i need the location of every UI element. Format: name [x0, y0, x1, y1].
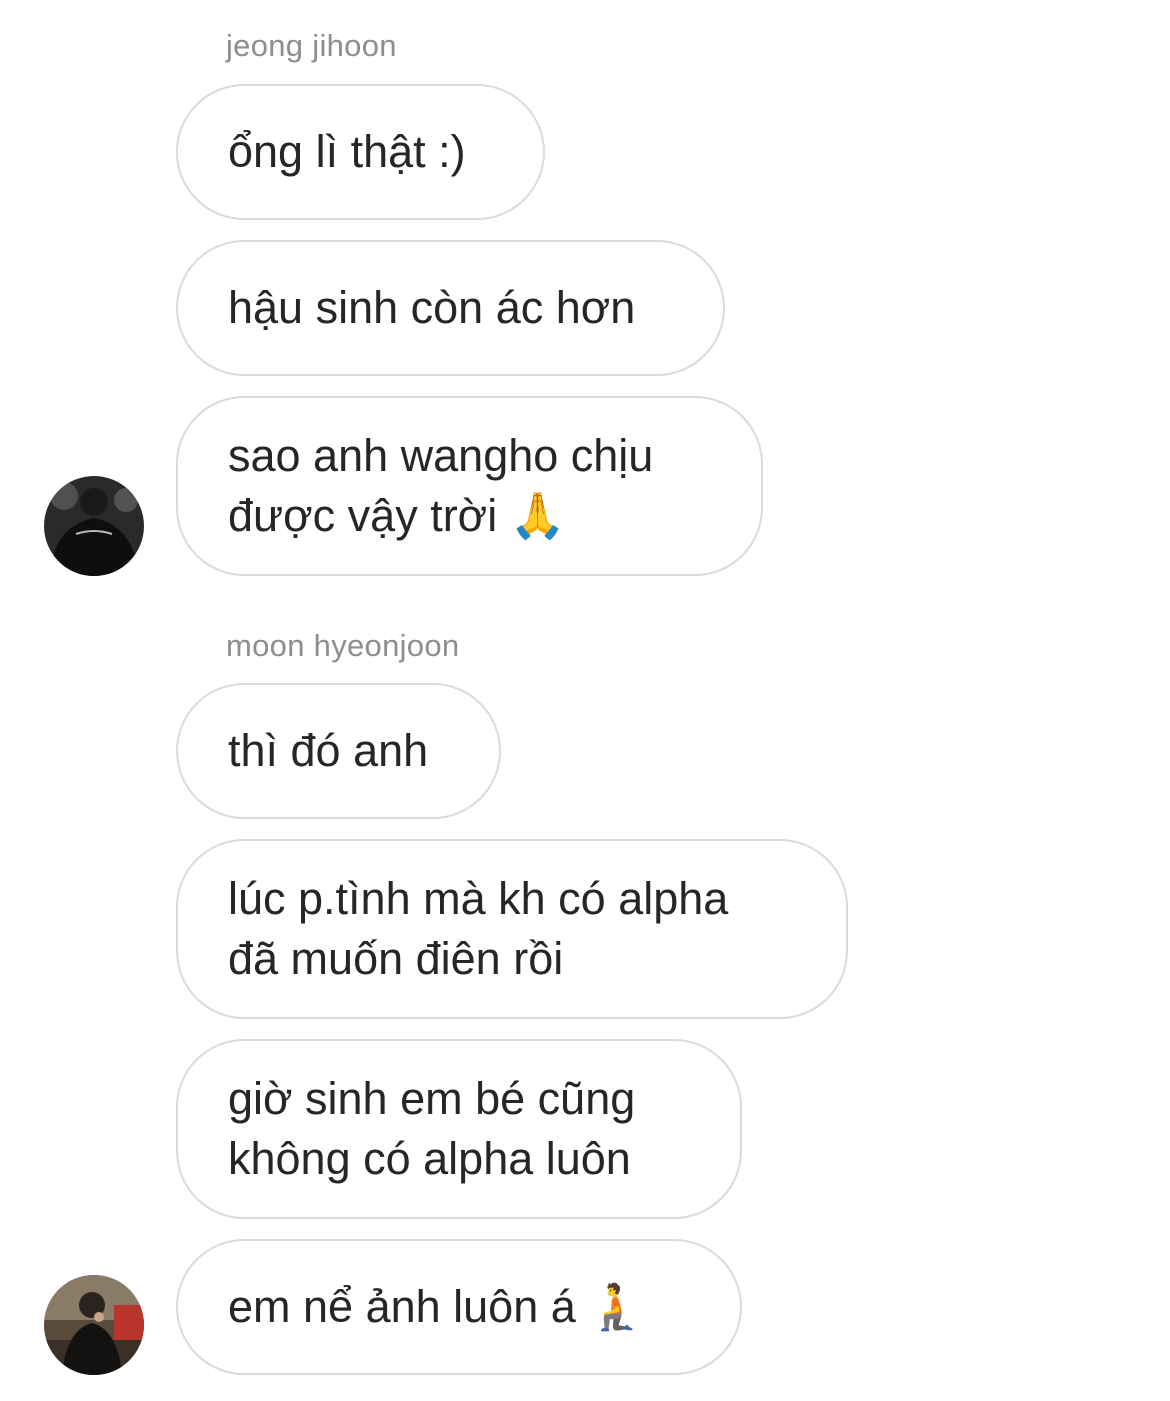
message-text: sao anh wangho chịu được vậy trời 🙏 — [228, 430, 654, 541]
message-bubble[interactable]: giờ sinh em bé cũng không có alpha luôn — [176, 1039, 742, 1219]
message-text: em nể ảnh luôn á 🧎 — [228, 1281, 645, 1332]
person-outdoors-avatar — [44, 1275, 144, 1375]
message-bubble[interactable]: em nể ảnh luôn á 🧎 — [176, 1239, 742, 1375]
message-text: ổng lì thật :) — [228, 126, 466, 177]
message-bubble[interactable]: lúc p.tình mà kh có alpha đã muốn điên r… — [176, 839, 848, 1019]
message-bubble[interactable]: ổng lì thật :) — [176, 84, 545, 220]
message-text: thì đó anh — [228, 725, 429, 776]
message-bubble[interactable]: hậu sinh còn ác hơn — [176, 240, 725, 376]
message-bubble[interactable]: sao anh wangho chịu được vậy trời 🙏 — [176, 396, 763, 576]
sender-name: moon hyeonjoon — [226, 628, 460, 663]
sender-name: jeong jihoon — [226, 28, 397, 63]
message-bubble[interactable]: thì đó anh — [176, 683, 501, 819]
person-in-black-jacket-avatar — [44, 476, 144, 576]
avatar[interactable] — [44, 476, 144, 576]
message-text: giờ sinh em bé cũng không có alpha luôn — [228, 1073, 636, 1184]
message-text: hậu sinh còn ác hơn — [228, 282, 636, 333]
message-text: lúc p.tình mà kh có alpha đã muốn điên r… — [228, 873, 729, 984]
avatar[interactable] — [44, 1275, 144, 1375]
